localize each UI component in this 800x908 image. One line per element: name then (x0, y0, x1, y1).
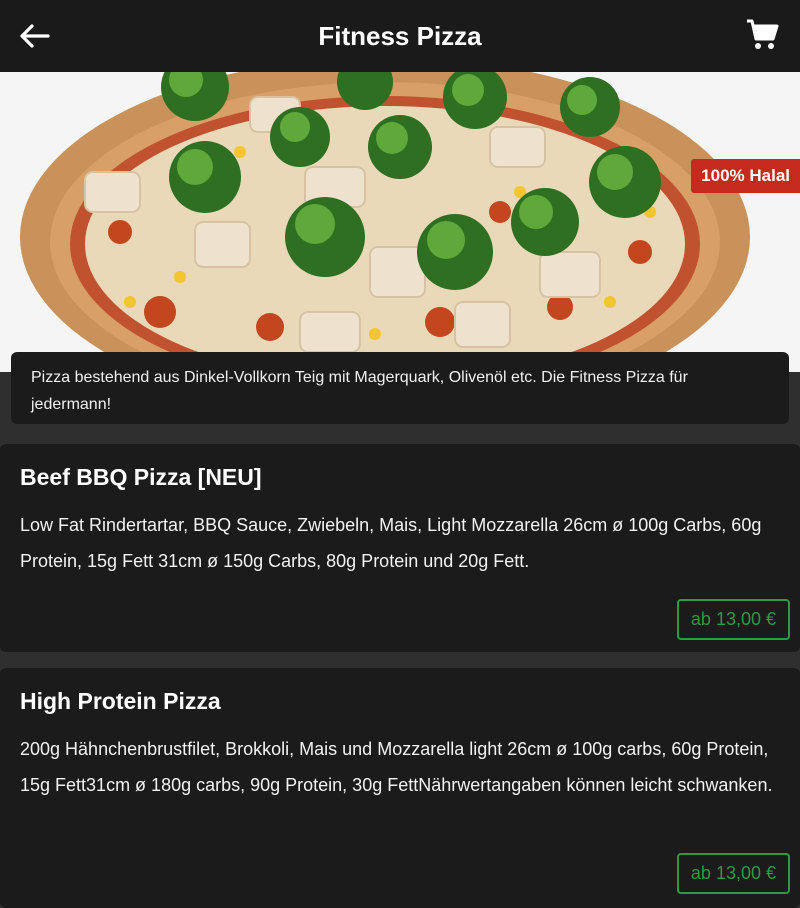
page-title: Fitness Pizza (318, 20, 482, 51)
product-description: Low Fat Rindertartar, BBQ Sauce, Zwiebel… (20, 515, 762, 571)
product-name: Beef BBQ Pizza [NEU] (20, 464, 262, 490)
shopping-cart-icon (747, 19, 779, 49)
cart-button[interactable] (746, 18, 780, 52)
product-card[interactable]: Beef BBQ Pizza [NEU] Low Fat Rindertarta… (0, 444, 800, 652)
price-button[interactable]: ab 13,00 € (676, 853, 790, 894)
arrow-left-icon (20, 24, 50, 48)
product-card[interactable]: High Protein Pizza 200g Hähnchenbrustfil… (0, 668, 800, 908)
hero-image: 100% Halal (0, 72, 800, 372)
app-header: Fitness Pizza (0, 0, 800, 72)
category-description: Pizza bestehend aus Dinkel-Vollkorn Teig… (11, 352, 789, 424)
product-description: 200g Hähnchenbrustfilet, Brokkoli, Mais … (20, 739, 773, 795)
halal-badge: 100% Halal (691, 159, 800, 193)
back-button[interactable] (18, 20, 52, 52)
pizza-image (0, 72, 800, 372)
product-name: High Protein Pizza (20, 688, 221, 714)
price-button[interactable]: ab 13,00 € (676, 599, 790, 640)
